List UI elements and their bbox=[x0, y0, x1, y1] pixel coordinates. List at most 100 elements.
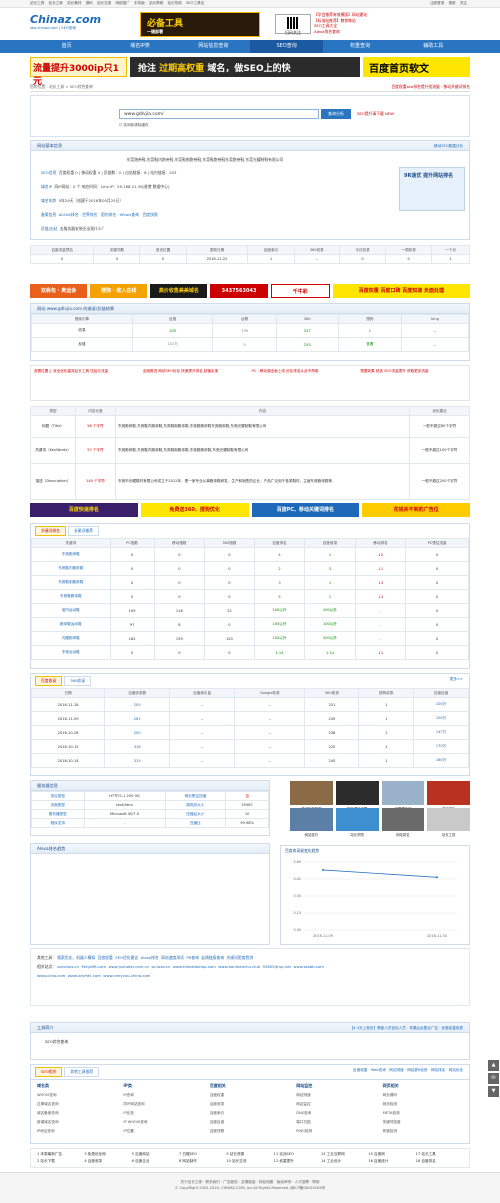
footer-link[interactable]: WHOIS查询 bbox=[37, 1091, 117, 1100]
topbar-link[interactable]: 站长素材 bbox=[67, 1, 81, 5]
nav-seo-query[interactable]: SEO查询 bbox=[249, 40, 324, 53]
related-link[interactable]: Alexa排名 bbox=[141, 955, 159, 960]
friend-link[interactable]: Ekhjo98.com bbox=[81, 964, 106, 969]
promo-item[interactable]: PC - 移动端全面上线 优化排名从此不再难 bbox=[252, 369, 358, 397]
side-ad-box[interactable]: 9R速优 提升网站排名 bbox=[399, 167, 465, 211]
header-promo-links[interactable]: 【学会推荐有效模版】网站建站 【标准站推荐】教你做站 SEO工具大全 Alexa… bbox=[314, 12, 464, 36]
include-cell[interactable]: 查看 bbox=[337, 337, 403, 352]
nav-site-info[interactable]: 网站信息查询 bbox=[177, 40, 250, 53]
kw-keyword-cell[interactable]: 东莞鞋制跑帝鞋 bbox=[31, 575, 111, 590]
include-cell[interactable]: 205 bbox=[131, 323, 214, 338]
query-button[interactable]: 查询分析 bbox=[321, 109, 351, 119]
footer-link[interactable]: 端口扫描 bbox=[296, 1118, 376, 1127]
footer-link[interactable]: 百度收录 bbox=[210, 1100, 290, 1109]
footer-link[interactable]: META检测 bbox=[383, 1109, 463, 1118]
friend-link[interactable]: sp.loza.cn bbox=[151, 964, 170, 969]
friend-link[interactable]: 1 本周最新广告 bbox=[37, 1151, 84, 1158]
hist-cell[interactable]: 205 bbox=[104, 697, 171, 712]
footer-link[interactable]: 网站测速 bbox=[296, 1091, 376, 1100]
friend-link[interactable]: www.clelo.com bbox=[37, 973, 65, 978]
footer-link[interactable]: DNS查询 bbox=[296, 1109, 376, 1118]
friend-link[interactable]: 7 白帽SEO bbox=[179, 1151, 226, 1158]
header-promo-link[interactable]: Alexa排名查询 bbox=[314, 29, 464, 35]
tab-360-include[interactable]: 360收录 bbox=[64, 676, 92, 686]
scroll-top-icon[interactable]: ▲ bbox=[488, 1060, 499, 1071]
follow-link[interactable]: 关注 bbox=[460, 1, 467, 5]
footer-link[interactable]: IP查询 bbox=[123, 1091, 203, 1100]
friend-link[interactable]: www.juxhotel.com.cn bbox=[108, 964, 149, 969]
thumb-ad[interactable]: 站长学院 bbox=[335, 807, 379, 837]
thumb-ad[interactable]: 网站技巧 bbox=[290, 807, 333, 837]
topbar-link[interactable]: SEO工具包 bbox=[186, 1, 204, 5]
mobile-seo-link[interactable]: 移动SEO数据分析 bbox=[434, 141, 463, 151]
update-link[interactable]: 更新 bbox=[448, 1, 455, 5]
thumb-ad[interactable]: 精品源码下载 bbox=[335, 781, 379, 811]
footer-link[interactable]: IP地址查询 bbox=[37, 1127, 117, 1136]
seo-download-note[interactable]: SEO提升请下载 NEW bbox=[357, 111, 394, 117]
banner-ad-baidu[interactable]: 百度首页软文 bbox=[363, 57, 470, 77]
friend-link[interactable]: www.szabb.com bbox=[293, 964, 324, 969]
friend-link[interactable]: 17 站长工具 bbox=[416, 1151, 463, 1158]
thumb-ad[interactable]: 热门软件推荐 bbox=[290, 781, 333, 811]
footer-link[interactable]: IP WHOIS查询 bbox=[123, 1118, 203, 1127]
topbar-link[interactable]: 手机版 bbox=[134, 1, 145, 5]
kw-keyword-cell[interactable]: 室内运动鞋 bbox=[31, 603, 111, 618]
friend-link[interactable]: 9 站长资源 bbox=[226, 1151, 273, 1158]
footer-right-links[interactable]: 百度权重 · Web查询 · 网站测速 · 网站被K检测 · 网站排名 · 网站… bbox=[353, 1068, 463, 1073]
include-cell[interactable]: 199 bbox=[212, 323, 277, 338]
friend-link[interactable]: 4 百度收录 bbox=[84, 1158, 131, 1165]
friend-link[interactable]: www.bonmanchu.club bbox=[218, 964, 260, 969]
topbar-left-links[interactable]: 站长工具 站长之家 站长素材 源码 站长交易 网络推广 手机版 站长帮助 站长导… bbox=[30, 1, 207, 6]
friend-link[interactable]: 15 百度网 bbox=[368, 1151, 415, 1158]
topbar-link[interactable]: 站长工具 bbox=[30, 1, 44, 5]
topbar-link[interactable]: 站长帮助 bbox=[149, 1, 163, 5]
topbar-link[interactable]: 源码 bbox=[86, 1, 93, 5]
friend-link[interactable]: 3 免费优化网 bbox=[84, 1151, 131, 1158]
kw-keyword-cell[interactable]: 东莞运动鞋 bbox=[31, 645, 111, 660]
scroll-bottom-icon[interactable]: ▼ bbox=[488, 1086, 499, 1097]
ad-slot[interactable]: 3437563043 bbox=[210, 284, 268, 298]
thumb-ad[interactable]: 站长工具 bbox=[427, 807, 470, 837]
promo-item[interactable]: 全面推进 网站SEO优化 快速提升排名 超值实惠 bbox=[143, 369, 249, 397]
ad-slot[interactable]: 花钱买不到的广告位 bbox=[362, 503, 470, 517]
footer-link[interactable]: 百度权重 bbox=[210, 1091, 290, 1100]
footer-link[interactable]: IP位置 bbox=[123, 1127, 203, 1136]
nav-aux-tools[interactable]: 辅助工具 bbox=[397, 40, 470, 53]
breadcrumb-text[interactable]: 您的位置：站长工具 > SEO综合查询 bbox=[30, 84, 93, 89]
header-ad[interactable]: 必备工具 一键部署 bbox=[140, 12, 260, 37]
tab-baidu-include[interactable]: 百度收录 bbox=[35, 676, 63, 686]
footer-link[interactable]: 域名备案查询 bbox=[37, 1109, 117, 1118]
more-link[interactable]: 更多>> bbox=[450, 677, 463, 682]
footer-link[interactable]: 过期域名查询 bbox=[37, 1100, 117, 1109]
hist-cell[interactable]: 100万 bbox=[413, 711, 469, 726]
footer-link[interactable]: IP反查 bbox=[123, 1109, 203, 1118]
footer-link[interactable]: 百度索引 bbox=[210, 1109, 290, 1118]
related-link[interactable]: PR查询 bbox=[186, 955, 199, 960]
promo-item[interactable]: 想要效果 就选 SEO流量提升 获取更多流量 bbox=[360, 369, 466, 397]
footer-link[interactable]: 同IP网站查询 bbox=[123, 1100, 203, 1109]
breadcrumb-promo[interactable]: 百度权重seo排名提升找流量 · 移动关键词排名 bbox=[391, 84, 470, 90]
related-link[interactable]: SEO优化建议 bbox=[115, 955, 138, 960]
friend-link[interactable]: www.xzymfc.com bbox=[68, 973, 101, 978]
topbar-right-links[interactable]: 注册登录 更新 关注 bbox=[430, 1, 470, 6]
friend-link[interactable]: 6 百度企业 bbox=[132, 1158, 179, 1165]
tab-keyword-ranking[interactable]: 关键词排名 bbox=[35, 526, 66, 536]
friend-link[interactable]: 16 百度统计 bbox=[368, 1158, 415, 1165]
friend-link[interactable]: 13 工业互联网 bbox=[321, 1151, 368, 1158]
topbar-link[interactable]: 网络推广 bbox=[115, 1, 129, 5]
login-link[interactable]: 注册登录 bbox=[430, 1, 444, 5]
ad-slot[interactable]: 百度快速排名 bbox=[30, 503, 138, 517]
links-value[interactable]: 去服务器安装还出现什么？ bbox=[60, 226, 106, 231]
topbar-link[interactable]: 站长导航 bbox=[167, 1, 181, 5]
ad-slot[interactable]: 千牛彩 bbox=[270, 284, 330, 298]
friend-link[interactable]: 5 百度网站 bbox=[132, 1151, 179, 1158]
banner-ad-domain[interactable]: 抢注 过期高权重 域名，做SEO上的快 bbox=[130, 57, 360, 77]
related-link[interactable]: 关键词密度检测 bbox=[227, 955, 254, 960]
record-links[interactable]: ALEXA排名 · 世界排名 · 国内排名 · Whois查询 · 百度快照 bbox=[59, 212, 158, 217]
friend-link[interactable]: 10 站长交流 bbox=[226, 1158, 273, 1165]
hist-cell[interactable]: 315 bbox=[104, 753, 171, 768]
banner-ad-traffic[interactable]: 流量提升3000ip只1元 bbox=[30, 57, 127, 87]
footer-link[interactable]: 网页检测 bbox=[383, 1100, 463, 1109]
hist-cell[interactable]: 180万 bbox=[413, 753, 469, 768]
friend-link[interactable]: www.thebestshop.com bbox=[173, 964, 216, 969]
